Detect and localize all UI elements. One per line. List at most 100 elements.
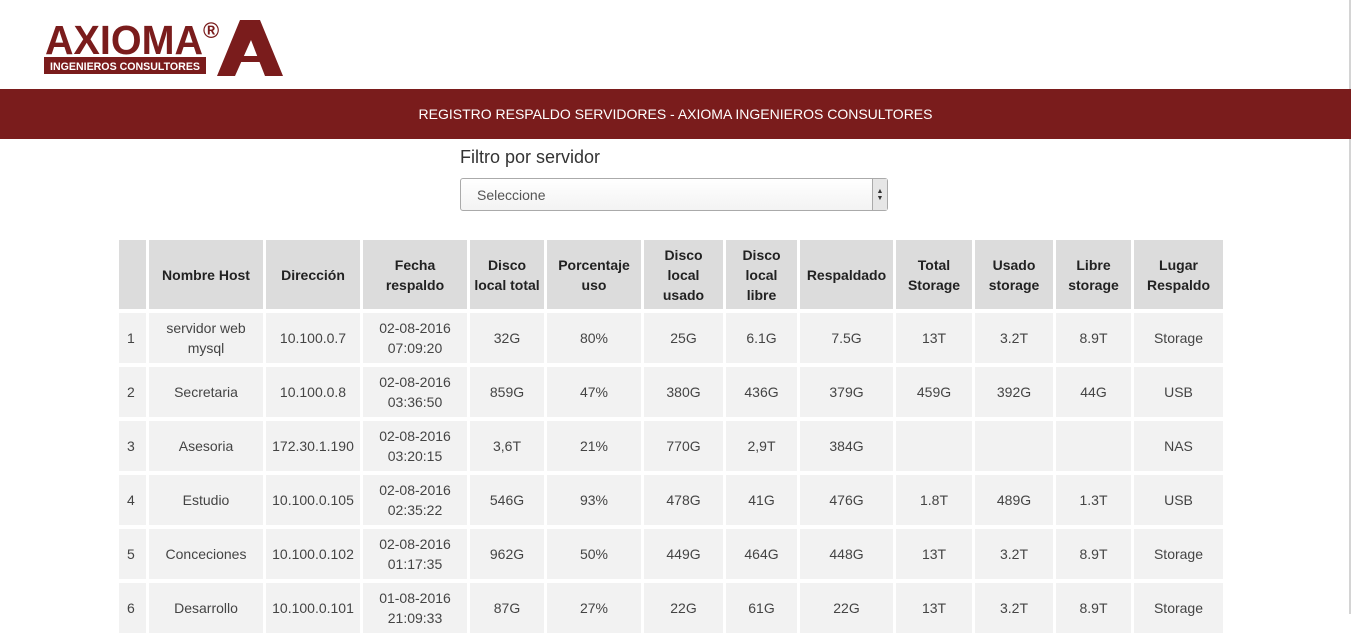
disk-used: 449G (644, 529, 723, 579)
storage-used (975, 421, 1053, 471)
backup-location: NAS (1134, 421, 1223, 471)
usage-percent: 21% (547, 421, 641, 471)
backed-up: 384G (800, 421, 893, 471)
column-header-usage-pct: Porcentaje uso (547, 240, 641, 309)
backup-date: 02-08-2016 07:09:20 (363, 313, 467, 363)
disk-total: 87G (470, 583, 544, 633)
disk-total: 3,6T (470, 421, 544, 471)
backed-up: 22G (800, 583, 893, 633)
backed-up: 448G (800, 529, 893, 579)
row-index: 3 (119, 421, 146, 471)
storage-total: 13T (896, 529, 972, 579)
storage-used: 392G (975, 367, 1053, 417)
column-header-index (119, 240, 146, 309)
backup-date: 02-08-2016 03:20:15 (363, 421, 467, 471)
column-header-disk-used: Disco local usado (644, 240, 723, 309)
storage-used: 3.2T (975, 313, 1053, 363)
ip-address: 172.30.1.190 (266, 421, 360, 471)
usage-percent: 80% (547, 313, 641, 363)
disk-total: 546G (470, 475, 544, 525)
storage-free: 8.9T (1056, 529, 1131, 579)
row-index: 6 (119, 583, 146, 633)
disk-free: 41G (726, 475, 797, 525)
ip-address: 10.100.0.105 (266, 475, 360, 525)
ip-address: 10.100.0.7 (266, 313, 360, 363)
backup-location: USB (1134, 475, 1223, 525)
usage-percent: 47% (547, 367, 641, 417)
table-row: 1 servidor web mysql 10.100.0.7 02-08-20… (119, 313, 1223, 363)
svg-text:AXIOMA: AXIOMA (45, 18, 203, 63)
usage-percent: 27% (547, 583, 641, 633)
storage-total (896, 421, 972, 471)
row-index: 2 (119, 367, 146, 417)
disk-free: 464G (726, 529, 797, 579)
storage-total: 13T (896, 583, 972, 633)
backup-date: 02-08-2016 03:36:50 (363, 367, 467, 417)
server-filter-value: Seleccione (477, 186, 546, 203)
disk-free: 2,9T (726, 421, 797, 471)
title-banner: REGISTRO RESPALDO SERVIDORES - AXIOMA IN… (0, 89, 1351, 139)
backed-up: 379G (800, 367, 893, 417)
storage-free: 44G (1056, 367, 1131, 417)
backed-up: 7.5G (800, 313, 893, 363)
backup-date: 01-08-2016 21:09:33 (363, 583, 467, 633)
column-header-host: Nombre Host (149, 240, 263, 309)
backup-location: Storage (1134, 529, 1223, 579)
disk-total: 859G (470, 367, 544, 417)
storage-total: 13T (896, 313, 972, 363)
host-name: Secretaria (149, 367, 263, 417)
column-header-disk-total: Disco local total (470, 240, 544, 309)
usage-percent: 50% (547, 529, 641, 579)
column-header-date: Fecha respaldo (363, 240, 467, 309)
backup-location: USB (1134, 367, 1223, 417)
column-header-storage-used: Usado storage (975, 240, 1053, 309)
backup-date: 02-08-2016 01:17:35 (363, 529, 467, 579)
row-index: 5 (119, 529, 146, 579)
storage-free: 8.9T (1056, 313, 1131, 363)
usage-percent: 93% (547, 475, 641, 525)
host-name: Desarrollo (149, 583, 263, 633)
disk-free: 6.1G (726, 313, 797, 363)
disk-free: 436G (726, 367, 797, 417)
backup-location: Storage (1134, 583, 1223, 633)
ip-address: 10.100.0.101 (266, 583, 360, 633)
table-row: 3 Asesoria 172.30.1.190 02-08-2016 03:20… (119, 421, 1223, 471)
disk-total: 32G (470, 313, 544, 363)
disk-used: 25G (644, 313, 723, 363)
column-header-address: Dirección (266, 240, 360, 309)
disk-used: 22G (644, 583, 723, 633)
svg-text:INGENIEROS CONSULTORES: INGENIEROS CONSULTORES (50, 61, 200, 73)
backup-date: 02-08-2016 02:35:22 (363, 475, 467, 525)
column-header-location: Lugar Respaldo (1134, 240, 1223, 309)
page-header: AXIOMA ® INGENIEROS CONSULTORES (0, 0, 1351, 89)
disk-used: 380G (644, 367, 723, 417)
server-filter-select[interactable]: Seleccione ▲ ▼ (460, 178, 888, 211)
storage-used: 3.2T (975, 583, 1053, 633)
column-header-backed-up: Respaldado (800, 240, 893, 309)
storage-total: 1.8T (896, 475, 972, 525)
disk-used: 478G (644, 475, 723, 525)
filter-label: Filtro por servidor (460, 147, 601, 167)
table-row: 6 Desarrollo 10.100.0.101 01-08-2016 21:… (119, 583, 1223, 633)
column-header-disk-free: Disco local libre (726, 240, 797, 309)
host-name: servidor web mysql (149, 313, 263, 363)
storage-free: 1.3T (1056, 475, 1131, 525)
column-header-storage-total: Total Storage (896, 240, 972, 309)
disk-used: 770G (644, 421, 723, 471)
storage-used: 3.2T (975, 529, 1053, 579)
disk-total: 962G (470, 529, 544, 579)
svg-text:®: ® (203, 18, 219, 43)
disk-free: 61G (726, 583, 797, 633)
storage-free: 8.9T (1056, 583, 1131, 633)
axioma-logo[interactable]: AXIOMA ® INGENIEROS CONSULTORES (44, 18, 284, 76)
table-row: 4 Estudio 10.100.0.105 02-08-2016 02:35:… (119, 475, 1223, 525)
storage-free (1056, 421, 1131, 471)
storage-used: 489G (975, 475, 1053, 525)
backed-up: 476G (800, 475, 893, 525)
table-row: 5 Conceciones 10.100.0.102 02-08-2016 01… (119, 529, 1223, 579)
ip-address: 10.100.0.8 (266, 367, 360, 417)
chevron-updown-icon[interactable]: ▲ ▼ (872, 179, 887, 210)
storage-total: 459G (896, 367, 972, 417)
ip-address: 10.100.0.102 (266, 529, 360, 579)
column-header-storage-free: Libre storage (1056, 240, 1131, 309)
